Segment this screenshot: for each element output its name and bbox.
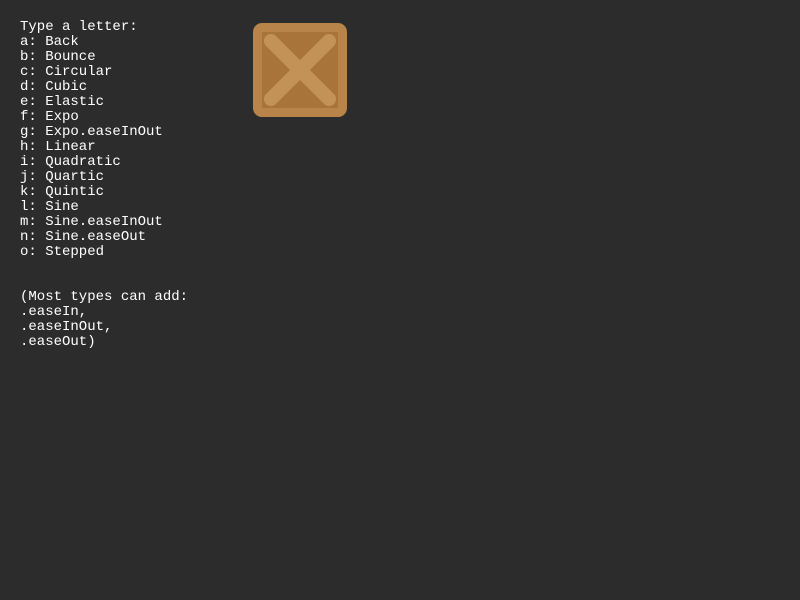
note-line-3: .easeInOut, bbox=[20, 319, 113, 335]
note-line-2: .easeIn, bbox=[20, 304, 88, 320]
option-quintic: k: Quintic bbox=[20, 184, 105, 200]
option-sine-easeout: n: Sine.easeOut bbox=[20, 229, 147, 245]
option-stepped: o: Stepped bbox=[20, 244, 105, 260]
option-expo: f: Expo bbox=[20, 109, 79, 125]
option-back: a: Back bbox=[20, 34, 79, 50]
option-circular: c: Circular bbox=[20, 64, 113, 80]
crate-icon bbox=[253, 23, 347, 117]
option-linear: h: Linear bbox=[20, 139, 96, 155]
note-line-4: .easeOut) bbox=[20, 334, 96, 350]
menu-header: Type a letter: bbox=[20, 19, 138, 35]
option-sine-easeinout: m: Sine.easeInOut bbox=[20, 214, 163, 230]
option-expo-easeinout: g: Expo.easeInOut bbox=[20, 124, 163, 140]
option-bounce: b: Bounce bbox=[20, 49, 96, 65]
option-quadratic: i: Quadratic bbox=[20, 154, 121, 170]
option-sine: l: Sine bbox=[20, 199, 79, 215]
option-elastic: e: Elastic bbox=[20, 94, 105, 110]
game-canvas[interactable]: Type a letter: a: Back b: Bounce c: Circ… bbox=[0, 0, 800, 600]
note-line-1: (Most types can add: bbox=[20, 289, 189, 305]
option-cubic: d: Cubic bbox=[20, 79, 88, 95]
easing-menu: Type a letter: a: Back b: Bounce c: Circ… bbox=[20, 20, 188, 350]
option-quartic: j: Quartic bbox=[20, 169, 105, 185]
